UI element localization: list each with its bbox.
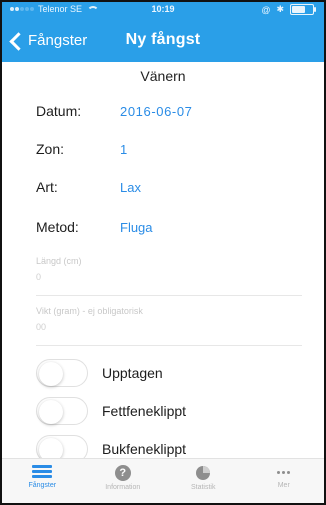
method-label: Metod: (36, 219, 79, 235)
switch-knob (39, 400, 63, 424)
phone-screen: Telenor SE 10:19 @ ✱ Fångster Ny fångst … (0, 0, 326, 505)
toggle-upptagen[interactable]: Upptagen (36, 356, 306, 390)
bukfeneklippt-label: Bukfeneklippt (102, 441, 187, 457)
method-value[interactable]: Fluga (120, 220, 153, 235)
more-icon (274, 465, 294, 479)
battery-fill (292, 6, 305, 13)
pie-chart-icon (195, 465, 211, 481)
date-row[interactable]: Datum: 2016-06-07 (36, 96, 306, 126)
fettfeneklippt-switch[interactable] (36, 397, 88, 425)
signal-strength-icon (10, 7, 34, 11)
back-button-label: Fångster (28, 31, 88, 49)
tab-label: Statistik (190, 484, 216, 491)
tab-label: Mer (277, 482, 290, 489)
pie-chart-svg (196, 466, 211, 480)
species-label: Art: (36, 179, 58, 195)
status-left: Telenor SE (10, 4, 96, 14)
zone-label: Zon: (36, 141, 65, 157)
date-value[interactable]: 2016-06-07 (120, 104, 193, 119)
status-time: 10:19 (151, 4, 175, 14)
length-placeholder: Längd (cm) (36, 256, 82, 266)
wifi-icon (86, 5, 96, 13)
toggle-fettfeneklippt[interactable]: Fettfeneklippt (36, 394, 306, 428)
signal-dot (15, 7, 19, 11)
weight-placeholder: Vikt (gram) - ej obligatorisk (36, 306, 143, 316)
tab-information[interactable]: ? Information (83, 459, 164, 503)
bluetooth-icon: ✱ (276, 4, 284, 14)
fettfeneklippt-label: Fettfeneklippt (102, 403, 187, 419)
list-icon (32, 465, 53, 479)
method-row[interactable]: Metod: Fluga (36, 212, 306, 242)
species-row[interactable]: Art: Lax (36, 172, 306, 202)
length-field[interactable]: Längd (cm) 0 (36, 252, 302, 296)
chevron-left-icon (8, 33, 22, 47)
signal-dot (30, 7, 34, 11)
location-icon: @ (261, 4, 271, 15)
tab-fangster[interactable]: Fångster (2, 459, 83, 503)
upptagen-label: Upptagen (102, 365, 163, 381)
status-right: @ ✱ (261, 4, 316, 15)
zone-row[interactable]: Zon: 1 (36, 134, 306, 164)
tab-mer[interactable]: Mer (244, 459, 325, 503)
back-button[interactable]: Fångster (8, 18, 87, 62)
upptagen-switch[interactable] (36, 359, 88, 387)
tab-label: Information (105, 484, 141, 491)
length-underline (36, 295, 302, 296)
weight-value[interactable]: 00 (36, 322, 302, 332)
signal-dot (25, 7, 29, 11)
location-title: Vänern (140, 68, 186, 84)
weight-field[interactable]: Vikt (gram) - ej obligatorisk 00 (36, 302, 302, 346)
date-label: Datum: (36, 103, 82, 119)
question-icon: ? (114, 465, 131, 481)
navigation-bar: Fångster Ny fångst (2, 18, 324, 62)
tab-bar: Fångster ? Information Statistik Mer (2, 458, 324, 503)
battery-icon (290, 4, 316, 15)
status-bar: Telenor SE 10:19 @ ✱ (2, 2, 324, 18)
zone-value[interactable]: 1 (120, 142, 127, 157)
species-value[interactable]: Lax (120, 180, 141, 195)
signal-dot (20, 7, 24, 11)
length-value[interactable]: 0 (36, 272, 302, 282)
weight-underline (36, 345, 302, 346)
tab-label: Fångster (28, 482, 57, 489)
signal-dot (10, 7, 14, 11)
switch-knob (39, 362, 63, 386)
carrier-name: Telenor SE (38, 4, 83, 14)
tab-statistik[interactable]: Statistik (163, 459, 244, 503)
